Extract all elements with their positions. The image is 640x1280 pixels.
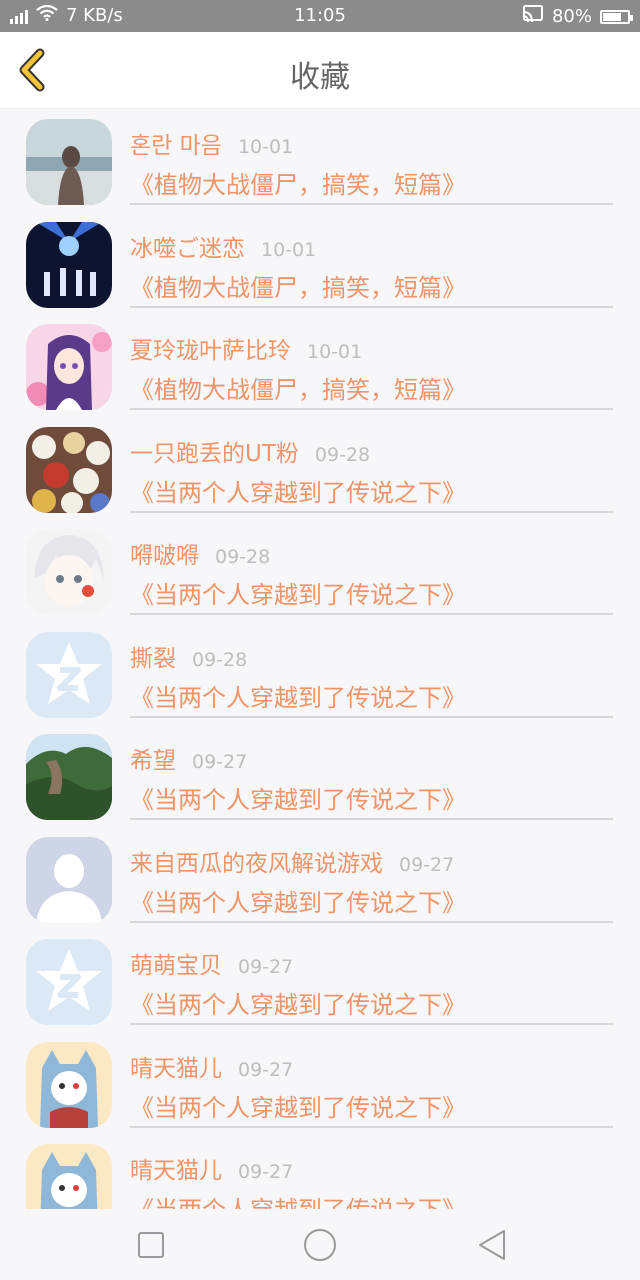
user-name: 希望	[130, 748, 176, 774]
favorite-date: 09-28	[192, 648, 248, 671]
favorite-date: 09-27	[238, 1058, 294, 1081]
story-title: 《当两个人穿越到了传说之下》	[130, 683, 466, 712]
favorites-list: 혼란 마음 10-01 《植物大战僵尸，搞笑，短篇》 冰噬ご迷恋 10-01 《植物…	[0, 109, 640, 1209]
user-name: 晴天猫儿	[130, 1055, 222, 1082]
user-name: 嘚啵嘚	[130, 543, 199, 569]
battery-percent: 80%	[551, 6, 592, 27]
user-name: 冰噬ご迷恋	[130, 235, 245, 262]
story-title: 《植物大战僵尸，搞笑，短篇》	[130, 376, 466, 404]
avatar	[26, 221, 112, 308]
user-name: 혼란 마음	[130, 133, 222, 159]
favorite-date: 10-01	[237, 136, 294, 158]
avatar	[26, 1041, 112, 1128]
home-icon	[304, 1229, 336, 1261]
favorite-item[interactable]: 晴天猫儿 09-27 《当两个人穿越到了传说之下》	[0, 1134, 640, 1209]
qq-default-icon	[26, 939, 112, 1025]
favorite-date: 09-27	[192, 751, 248, 773]
avatar	[26, 1144, 112, 1209]
system-nav-bar	[0, 1209, 640, 1280]
user-name: 来自西瓜的夜风解说游戏	[130, 850, 383, 877]
user-name: 撕裂	[130, 645, 176, 672]
user-name: 晴天猫儿	[130, 1158, 222, 1184]
avatar	[26, 119, 112, 205]
story-title: 《当两个人穿越到了传说之下》	[130, 1093, 466, 1122]
story-title: 《当两个人穿越到了传说之下》	[130, 581, 466, 609]
favorite-item[interactable]: 晴天猫儿 09-27 《当两个人穿越到了传说之下》	[0, 1032, 640, 1135]
favorite-date: 09-28	[314, 443, 371, 466]
favorite-date: 09-27	[238, 1161, 294, 1183]
favorite-item[interactable]: 冰噬ご迷恋 10-01 《植物大战僵尸，搞笑，短篇》	[0, 212, 640, 315]
avatar	[26, 426, 112, 513]
recent-apps-button[interactable]	[133, 1227, 169, 1263]
home-button[interactable]	[300, 1225, 340, 1265]
story-title: 《当两个人穿越到了传说之下》	[130, 991, 466, 1019]
status-bar: 7 KB/s 11:05 80%	[0, 0, 640, 32]
favorite-item[interactable]: 一只跑丢的UT粉 09-28 《当两个人穿越到了传说之下》	[0, 417, 640, 520]
avatar	[26, 324, 112, 410]
favorite-item[interactable]: 夏玲珑叶萨比玲 10-01 《植物大战僵尸，搞笑，短篇》	[0, 314, 640, 417]
story-title: 《当两个人穿越到了传说之下》	[130, 786, 466, 814]
avatar	[26, 631, 112, 718]
battery-icon	[600, 9, 633, 24]
favorite-date: 10-01	[261, 238, 317, 261]
favorite-item[interactable]: 撕裂 09-28 《当两个人穿越到了传说之下》	[0, 622, 640, 725]
user-name: 萌萌宝贝	[130, 953, 222, 979]
user-name: 一只跑丢的UT粉	[130, 440, 299, 467]
story-title: 《当两个人穿越到了传说之下》	[130, 1190, 466, 1209]
default-person-icon	[26, 836, 112, 923]
favorite-date: 09-27	[238, 956, 294, 978]
favorite-item[interactable]: 혼란 마음 10-01 《植物大战僵尸，搞笑，短篇》	[0, 109, 640, 212]
page-title: 收藏	[290, 60, 350, 95]
favorite-item[interactable]: 希望 09-27 《当两个人穿越到了传说之下》	[0, 724, 640, 827]
app-header: 收藏	[0, 32, 640, 109]
avatar	[26, 836, 112, 923]
avatar	[26, 529, 112, 615]
qq-default-icon	[26, 631, 112, 718]
story-title: 《植物大战僵尸，搞笑，短篇》	[130, 273, 466, 302]
recent-apps-icon	[138, 1232, 164, 1258]
favorite-date: 10-01	[307, 341, 363, 363]
favorite-item[interactable]: 嘚啵嘚 09-28 《当两个人穿越到了传说之下》	[0, 519, 640, 622]
favorite-item[interactable]: 来自西瓜的夜风解说游戏 09-27 《当两个人穿越到了传说之下》	[0, 827, 640, 930]
story-title: 《当两个人穿越到了传说之下》	[130, 478, 466, 507]
avatar	[26, 939, 112, 1025]
favorite-date: 09-28	[215, 546, 271, 568]
story-title: 《当两个人穿越到了传说之下》	[130, 888, 466, 917]
story-title: 《植物大战僵尸，搞笑，短篇》	[130, 171, 466, 199]
favorite-item[interactable]: 萌萌宝贝 09-27 《当两个人穿越到了传说之下》	[0, 929, 640, 1032]
cast-icon	[522, 5, 544, 28]
back-triangle-icon	[479, 1230, 505, 1260]
avatar	[26, 734, 112, 820]
user-name: 夏玲珑叶萨比玲	[130, 338, 291, 364]
system-back-button[interactable]	[474, 1227, 510, 1263]
favorite-date: 09-27	[399, 853, 455, 876]
